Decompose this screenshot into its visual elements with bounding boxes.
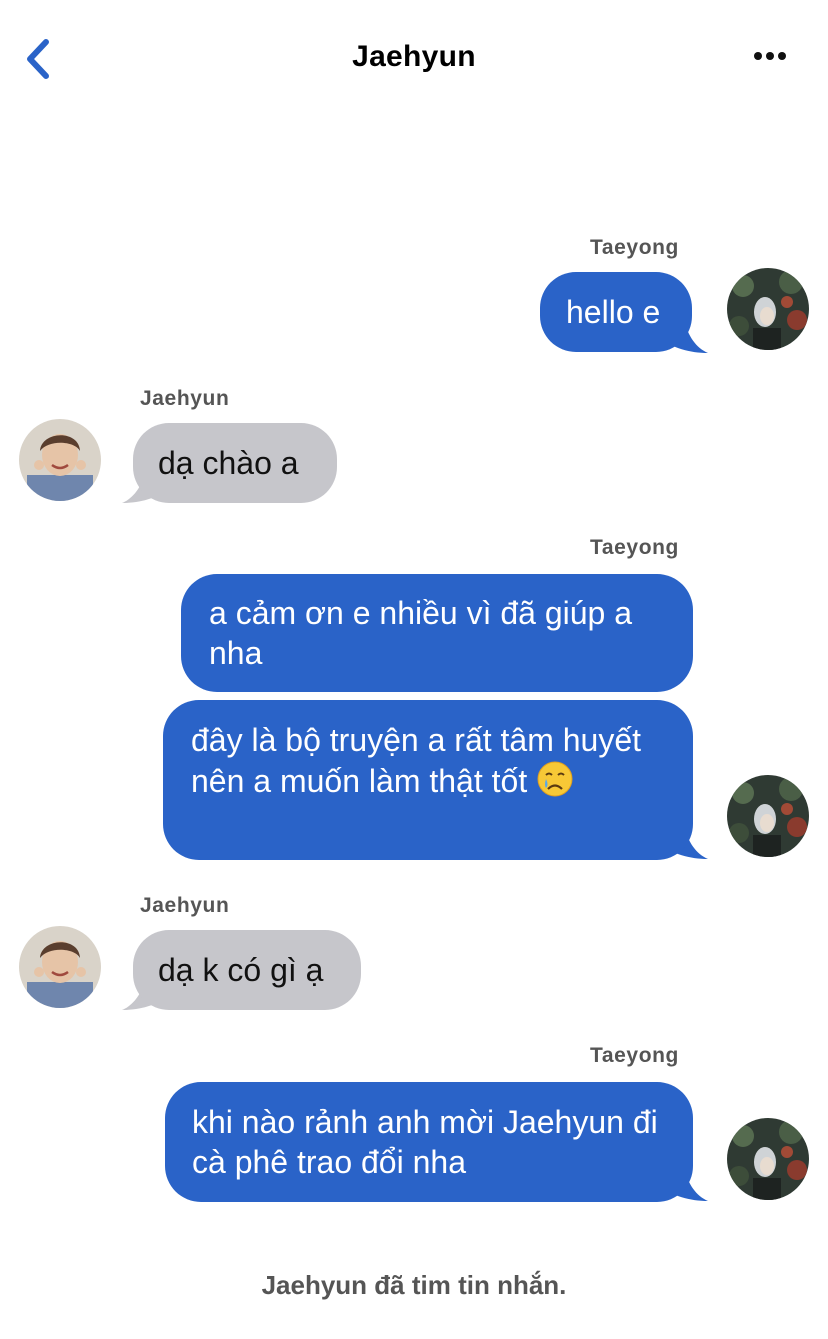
avatar-image [727, 1118, 809, 1200]
message-text: a cảm ơn e nhiều vì đã giúp a nha [209, 595, 633, 671]
sender-name: Jaehyun [140, 894, 230, 917]
chat-title: Jaehyun [352, 40, 476, 73]
avatar-image [727, 268, 809, 350]
message-text: hello e [566, 294, 661, 330]
message-bubble[interactable]: đây là bộ truyện a rất tâm huyết nên a m… [163, 700, 693, 860]
avatar-taeyong[interactable] [727, 775, 809, 857]
avatar-image [19, 419, 101, 501]
chat-header: Jaehyun [0, 0, 828, 120]
message-bubble[interactable]: dạ chào a [133, 423, 337, 503]
message-text: dạ chào a [158, 445, 299, 481]
avatar-image [19, 926, 101, 1008]
message-bubble[interactable]: dạ k có gì ạ [133, 930, 361, 1010]
avatar-taeyong[interactable] [727, 1118, 809, 1200]
message-text: khi nào rảnh anh mời Jaehyun đi cà phê t… [192, 1104, 658, 1180]
avatar-jaehyun[interactable] [19, 926, 101, 1008]
message-bubble[interactable]: hello e [540, 272, 692, 352]
avatar-jaehyun[interactable] [19, 419, 101, 501]
message-bubble[interactable]: khi nào rảnh anh mời Jaehyun đi cà phê t… [165, 1082, 693, 1202]
avatar-taeyong[interactable] [727, 268, 809, 350]
message-bubble[interactable]: a cảm ơn e nhiều vì đã giúp a nha [181, 574, 693, 692]
sender-name: Jaehyun [140, 387, 230, 410]
sender-name: Taeyong [590, 236, 679, 259]
avatar-image [727, 775, 809, 857]
reaction-note: Jaehyun đã tim tin nhắn. [261, 1270, 567, 1300]
ellipsis-icon [754, 52, 786, 60]
sender-name: Taeyong [590, 536, 679, 559]
sender-name: Taeyong [590, 1044, 679, 1067]
more-options-button[interactable] [748, 46, 792, 66]
message-text: dạ k có gì ạ [158, 952, 324, 988]
crying-face-icon [536, 760, 574, 807]
